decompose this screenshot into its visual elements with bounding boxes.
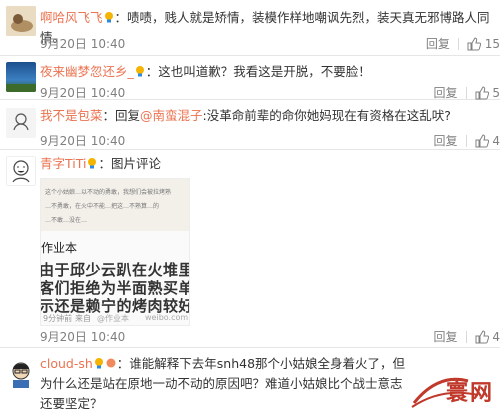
lightbulb-badge-icon[interactable]	[135, 65, 145, 78]
comment-actions: 回复 15	[426, 35, 500, 52]
comment-body: :没革命前辈的命你她妈现在有资格在这乱吠?	[202, 108, 451, 123]
avatar[interactable]	[6, 108, 36, 138]
username-link[interactable]: 我不是包菜	[40, 108, 103, 123]
thumbs-up-icon[interactable]	[475, 86, 489, 100]
image-footer-brand: weibo.com	[145, 313, 189, 322]
avatar[interactable]	[6, 156, 36, 186]
sticker-badge-icon	[106, 358, 116, 368]
comment-body: ：图片评论	[98, 156, 161, 171]
comment-time: 9月20日 10:40	[40, 134, 126, 148]
comment-item: 啊哈风飞飞 ：啧啧，贱人就是矫情，装模作样地嘲讽先烈，装天真无邪博路人同情。 9月…	[0, 0, 500, 56]
comment-text: 我不是包菜：回复@南蛮混子:没革命前辈的命你她妈现在有资格在这乱吠?	[40, 106, 494, 126]
lightbulb-badge-icon[interactable]	[87, 157, 97, 170]
reply-prefix: ：回复	[102, 108, 141, 123]
image-text-line: 这个小姑娘…以不动的勇敢，我想们会被拉烤熟	[45, 189, 172, 196]
thumbs-up-icon[interactable]	[467, 37, 482, 51]
lightbulb-badge-icon[interactable]	[104, 11, 114, 24]
avatar-image-icon	[6, 6, 36, 36]
username-link[interactable]: cloud-sh	[40, 356, 93, 371]
like-count: 5	[492, 86, 500, 100]
avatar[interactable]	[6, 358, 36, 388]
like-count: 4	[492, 330, 500, 344]
comment-text: cloud-sh ：谁能解释下去年snh48那个小姑娘全身着火了，但为什么还是站在…	[40, 354, 410, 409]
mention-link[interactable]: @南蛮混子	[140, 108, 203, 123]
comment-image[interactable]: 这个小姑娘…以不动的勇敢，我想们会被拉烤熟 …不勇敢，在火中不能…把这…不熟算……	[40, 178, 190, 326]
avatar-image-icon	[6, 108, 36, 138]
image-footer-time: 9分钟前	[43, 314, 73, 323]
avatar[interactable]	[6, 62, 36, 92]
watermark-text: 寰网	[445, 381, 494, 406]
comment-time: 9月20日 10:40	[40, 330, 126, 344]
comment-text: 夜来幽梦忽还乡_ ：这也叫道歉？我看这是开脱，不要脸！	[40, 62, 494, 82]
reply-button[interactable]: 回复	[434, 132, 458, 149]
thumbs-up-icon[interactable]	[475, 330, 489, 344]
avatar-image-icon	[6, 156, 36, 186]
image-text-line: …不敢…没在…	[45, 217, 88, 224]
comment-actions: 回复 4	[434, 328, 500, 345]
thumbs-up-icon[interactable]	[475, 134, 489, 148]
comment-time: 9月20日 10:40	[40, 37, 126, 51]
site-watermark: 寰网	[408, 369, 500, 409]
username-link[interactable]: 夜来幽梦忽还乡_	[40, 64, 134, 79]
comment-item: 夜来幽梦忽还乡_ ：这也叫道歉？我看这是开脱，不要脸！ 9月20日 10:40 回…	[0, 56, 500, 100]
username-link[interactable]: 啊哈风飞飞	[40, 10, 103, 25]
comment-body: ：这也叫道歉？我看这是开脱，不要脸！	[145, 64, 371, 79]
image-footer-source: 来自	[75, 314, 91, 323]
avatar-image-icon	[6, 62, 36, 92]
comment-time: 9月20日 10:40	[40, 86, 126, 100]
avatar[interactable]	[6, 6, 36, 36]
comment-actions: 回复 4	[434, 132, 500, 149]
avatar-image-icon	[6, 358, 36, 388]
reply-button[interactable]: 回复	[426, 35, 450, 52]
lightbulb-badge-icon[interactable]	[94, 357, 104, 370]
reply-button[interactable]: 回复	[434, 84, 458, 101]
image-footer-label: @作业本	[97, 314, 129, 323]
divider	[465, 331, 467, 343]
image-heading: 作业本	[41, 241, 78, 255]
like-count: 4	[492, 134, 500, 148]
comment-text: 青字TiTi ：图片评论	[40, 154, 494, 174]
comment-item: 我不是包菜：回复@南蛮混子:没革命前辈的命你她妈现在有资格在这乱吠? 9月20日…	[0, 100, 500, 150]
divider	[465, 135, 467, 147]
like-count: 15	[484, 37, 500, 51]
divider	[465, 87, 467, 99]
divider	[457, 38, 459, 50]
reply-button[interactable]: 回复	[434, 328, 458, 345]
username-link[interactable]: 青字TiTi	[40, 156, 86, 171]
comment-actions: 回复 5	[434, 84, 500, 101]
image-text-line: …不勇敢，在火中不能…把这…不熟算…的	[45, 203, 160, 210]
